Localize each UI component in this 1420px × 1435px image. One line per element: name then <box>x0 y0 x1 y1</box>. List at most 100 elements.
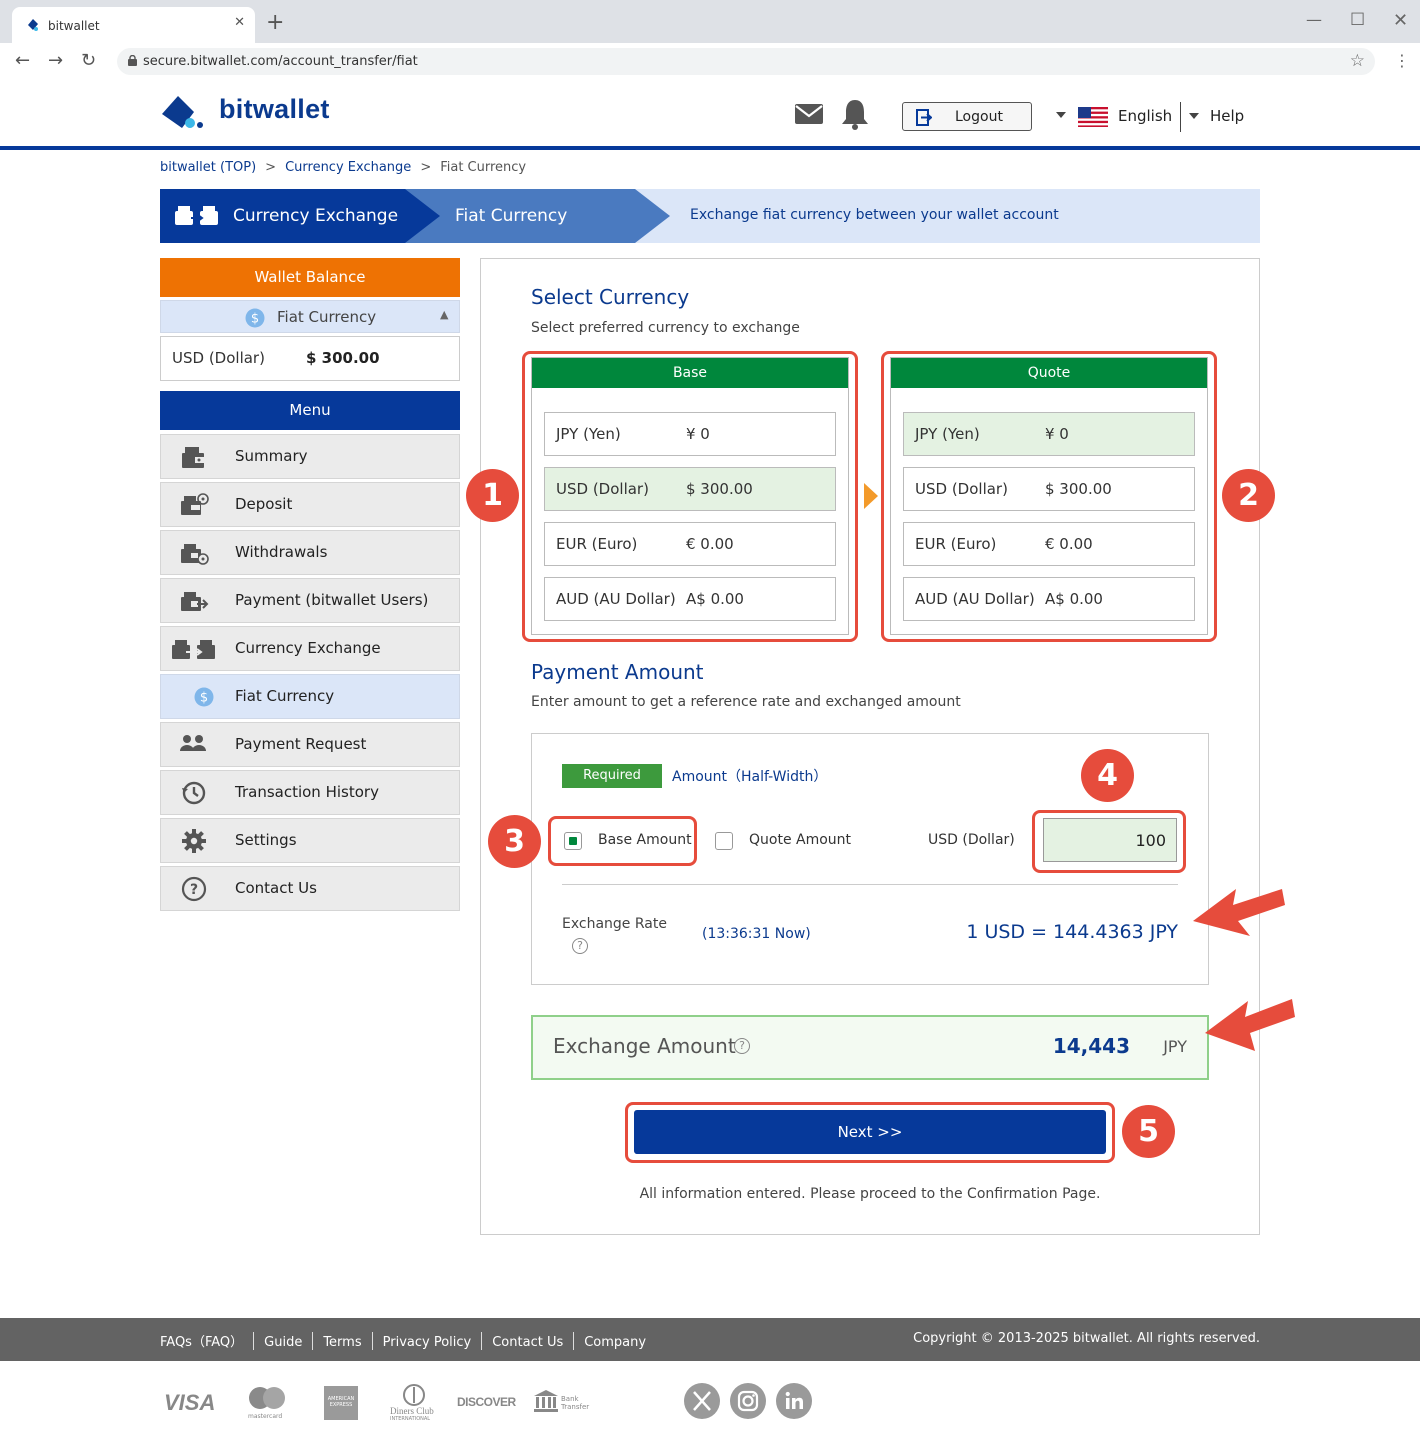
option-amount: € 0.00 <box>686 535 734 553</box>
next-button[interactable]: Next >> <box>634 1110 1106 1154</box>
sidebar-item-label: Payment Request <box>235 735 367 753</box>
balance-currency: USD (Dollar) <box>172 349 265 367</box>
bitwallet-logo-icon[interactable] <box>160 92 206 132</box>
option-amount: € 0.00 <box>1045 535 1093 553</box>
breadcrumb-top[interactable]: bitwallet (TOP) <box>160 160 256 175</box>
option-currency: JPY (Yen) <box>915 425 980 443</box>
mastercard-logo-icon <box>249 1387 285 1409</box>
quote-amount-label[interactable]: Quote Amount <box>749 832 851 848</box>
amount-input[interactable] <box>1043 818 1177 862</box>
sidebar-item-settings[interactable]: Settings <box>160 818 460 863</box>
footer: FAQs（FAQ） Guide Terms Privacy Policy Contact… <box>0 1318 1420 1361</box>
arrow-right-icon <box>864 483 878 509</box>
logout-label: Logout <box>955 109 1003 125</box>
history-icon <box>182 781 206 805</box>
forward-icon[interactable]: → <box>48 50 63 71</box>
banner-step-currency-exchange: Currency Exchange <box>233 206 399 226</box>
withdrawal-icon <box>181 544 209 565</box>
site-header: bitwallet Logout English Help <box>0 80 1420 146</box>
quote-option-usd[interactable]: USD (Dollar) $ 300.00 <box>903 467 1195 511</box>
url-text: secure.bitwallet.com/account_transfer/fi… <box>143 54 418 69</box>
close-window-icon[interactable]: ✕ <box>1393 10 1408 31</box>
menu-header: Menu <box>160 391 460 430</box>
amount-divider <box>562 884 1178 885</box>
sidebar-item-label: Transaction History <box>235 783 379 801</box>
page-banner: Currency Exchange Fiat Currency Exchange… <box>160 189 1260 243</box>
sidebar-item-payment-users[interactable]: Payment (bitwallet Users) <box>160 578 460 623</box>
linkedin-icon[interactable] <box>776 1383 812 1419</box>
option-currency: JPY (Yen) <box>556 425 621 443</box>
browser-menu-icon[interactable]: ⋮ <box>1394 51 1410 70</box>
base-amount-checkbox[interactable] <box>564 832 582 850</box>
exchange-amount-currency: JPY <box>1163 1037 1187 1056</box>
mail-icon[interactable] <box>795 104 823 124</box>
base-amount-label[interactable]: Base Amount <box>598 832 692 848</box>
sidebar-item-fiat-currency[interactable]: $ Fiat Currency <box>160 674 460 719</box>
banner-description: Exchange fiat currency between your wall… <box>690 207 1059 223</box>
breadcrumb: bitwallet (TOP) > Currency Exchange > Fiat C… <box>160 160 527 175</box>
maximize-icon[interactable]: ☐ <box>1350 10 1365 30</box>
sidebar-item-contact-us[interactable]: ? Contact Us <box>160 866 460 911</box>
language-selector[interactable]: English <box>1118 107 1172 125</box>
address-bar[interactable]: secure.bitwallet.com/account_transfer/fi… <box>117 48 1375 75</box>
base-option-aud[interactable]: AUD (AU Dollar) A$ 0.00 <box>544 577 836 621</box>
sidebar-item-label: Currency Exchange <box>235 639 381 657</box>
quote-amount-checkbox[interactable] <box>715 832 733 850</box>
banner-step-fiat-currency: Fiat Currency <box>455 206 568 226</box>
footer-link-terms[interactable]: Terms <box>323 1335 361 1350</box>
logo-text[interactable]: bitwallet <box>219 94 330 125</box>
new-tab-icon[interactable]: + <box>266 10 284 35</box>
x-twitter-icon[interactable] <box>684 1383 720 1419</box>
bookmark-star-icon[interactable]: ☆ <box>1350 51 1365 71</box>
sidebar-item-transaction-history[interactable]: Transaction History <box>160 770 460 815</box>
option-currency: EUR (Euro) <box>556 535 638 553</box>
quote-option-aud[interactable]: AUD (AU Dollar) A$ 0.00 <box>903 577 1195 621</box>
quote-option-jpy[interactable]: JPY (Yen) ¥ 0 <box>903 412 1195 456</box>
back-icon[interactable]: ← <box>15 50 30 71</box>
logout-button[interactable]: Logout <box>902 102 1032 131</box>
bell-icon[interactable] <box>840 98 870 130</box>
wallet-icon <box>182 447 205 468</box>
annotation-badge-1: 1 <box>466 469 519 522</box>
option-currency: AUD (AU Dollar) <box>556 590 676 608</box>
rate-timestamp: (13:36:31 Now) <box>702 926 811 942</box>
quote-option-eur[interactable]: EUR (Euro) € 0.00 <box>903 522 1195 566</box>
instagram-icon[interactable] <box>730 1383 766 1419</box>
us-flag-icon <box>1078 107 1108 127</box>
option-amount: $ 300.00 <box>1045 480 1112 498</box>
reload-icon[interactable]: ↻ <box>81 50 96 71</box>
help-question-icon[interactable]: ? <box>572 938 588 954</box>
base-option-eur[interactable]: EUR (Euro) € 0.00 <box>544 522 836 566</box>
help-question-icon[interactable]: ? <box>734 1038 750 1054</box>
footer-link-company[interactable]: Company <box>584 1335 646 1350</box>
base-option-usd[interactable]: USD (Dollar) $ 300.00 <box>544 467 836 511</box>
balance-row: USD (Dollar) $ 300.00 <box>160 336 460 381</box>
svg-text:$: $ <box>200 691 208 706</box>
footer-link-faq[interactable]: FAQs（FAQ） <box>160 1335 243 1350</box>
help-link[interactable]: Help <box>1210 107 1244 125</box>
base-option-jpy[interactable]: JPY (Yen) ¥ 0 <box>544 412 836 456</box>
footer-link-guide[interactable]: Guide <box>264 1335 302 1350</box>
minimize-icon[interactable]: — <box>1306 10 1322 29</box>
checked-mark <box>569 837 577 845</box>
help-caret-icon[interactable] <box>1189 113 1199 119</box>
sidebar-item-currency-exchange[interactable]: Currency Exchange <box>160 626 460 671</box>
option-amount: ¥ 0 <box>1045 425 1069 443</box>
footer-link-privacy[interactable]: Privacy Policy <box>383 1335 472 1350</box>
payment-amount-title: Payment Amount <box>531 660 704 684</box>
annotation-badge-5: 5 <box>1122 1105 1175 1158</box>
fiat-currency-toggle[interactable]: $ Fiat Currency ▲ <box>160 300 460 333</box>
sidebar-item-label: Settings <box>235 831 297 849</box>
sidebar-item-withdrawals[interactable]: Withdrawals <box>160 530 460 575</box>
balance-amount: $ 300.00 <box>306 349 380 367</box>
footer-link-contact[interactable]: Contact Us <box>492 1335 563 1350</box>
sidebar-item-payment-request[interactable]: Payment Request <box>160 722 460 767</box>
tab-close-icon[interactable]: ✕ <box>234 15 245 30</box>
option-amount: $ 300.00 <box>686 480 753 498</box>
breadcrumb-currency-exchange[interactable]: Currency Exchange <box>285 160 411 175</box>
sidebar-item-summary[interactable]: Summary <box>160 434 460 479</box>
language-caret-icon[interactable] <box>1056 112 1066 118</box>
sidebar-item-deposit[interactable]: Deposit <box>160 482 460 527</box>
chevron-up-icon[interactable]: ▲ <box>440 308 448 321</box>
browser-tab[interactable]: bitwallet ✕ <box>12 7 255 43</box>
